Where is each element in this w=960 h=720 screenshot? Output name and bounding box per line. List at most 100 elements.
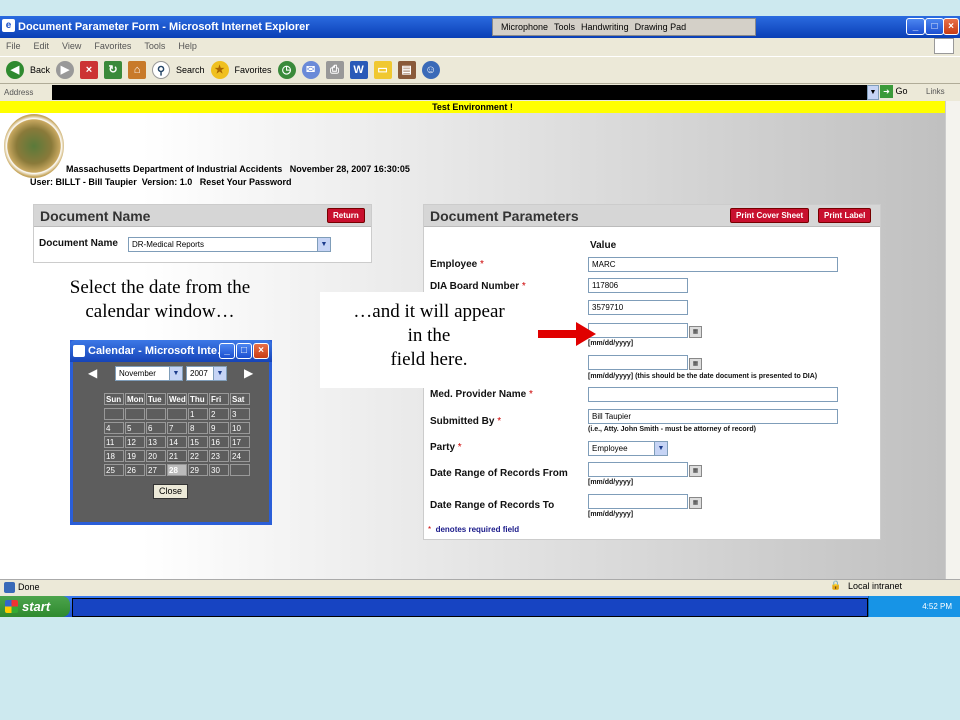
date-input-1[interactable]	[588, 323, 688, 338]
calendar-day[interactable]: 20	[146, 450, 166, 462]
calendar-day[interactable]: 5	[125, 422, 145, 434]
test-environment-banner: Test Environment !	[0, 101, 945, 113]
menu-bar: File Edit View Favorites Tools Help	[0, 38, 960, 54]
links-label[interactable]: Links	[926, 87, 945, 96]
calendar-day[interactable]: 9	[209, 422, 229, 434]
search-icon[interactable]: ⚲	[152, 61, 171, 79]
address-dropdown-icon[interactable]: ▼	[867, 85, 879, 100]
calendar-minimize-button[interactable]: _	[219, 343, 235, 359]
vertical-scrollbar[interactable]	[945, 101, 960, 579]
calendar-icon[interactable]: ▦	[689, 326, 702, 338]
month-select[interactable]: November ▼	[115, 366, 183, 381]
next-month-icon[interactable]: ▶	[244, 366, 253, 380]
calendar-day[interactable]: 16	[209, 436, 229, 448]
calendar-maximize-button[interactable]: □	[236, 343, 252, 359]
calendar-day[interactable]: 12	[125, 436, 145, 448]
calendar-day[interactable]: 3	[230, 408, 250, 420]
mail-icon[interactable]: ✉	[301, 61, 320, 79]
year-select[interactable]: 2007 ▼	[186, 366, 227, 381]
stop-icon[interactable]: ×	[80, 61, 99, 79]
calendar-day[interactable]: 8	[188, 422, 208, 434]
close-window-button[interactable]: ×	[943, 18, 959, 35]
home-icon[interactable]: ⌂	[128, 61, 147, 79]
med-provider-input[interactable]	[588, 387, 838, 402]
address-input[interactable]	[52, 85, 867, 100]
calendar-icon[interactable]: ▦	[689, 497, 702, 509]
menu-view[interactable]: View	[62, 41, 81, 51]
calendar-day[interactable]: 29	[188, 464, 208, 476]
print-cover-sheet-button[interactable]: Print Cover Sheet	[730, 208, 810, 223]
tools-button[interactable]: Tools	[554, 22, 575, 32]
ie-icon: e	[2, 19, 15, 32]
menu-file[interactable]: File	[6, 41, 21, 51]
calendar-day[interactable]: 7	[167, 422, 187, 434]
favorites-star-icon[interactable]: ★	[210, 61, 229, 79]
menu-help[interactable]: Help	[178, 41, 197, 51]
red-arrow-icon	[538, 322, 596, 346]
calendar-day[interactable]: 22	[188, 450, 208, 462]
microphone-button[interactable]: Microphone	[501, 22, 548, 32]
range-from-hint: [mm/dd/yyyy]	[588, 479, 634, 486]
calendar-close-button[interactable]: Close	[153, 484, 188, 499]
windows-logo-icon	[934, 38, 954, 54]
calendar-day[interactable]: 19	[125, 450, 145, 462]
calendar-day[interactable]: 21	[167, 450, 187, 462]
calendar-day[interactable]: 25	[104, 464, 124, 476]
reset-password-link[interactable]: Reset Your Password	[200, 177, 292, 187]
range-from-input[interactable]	[588, 462, 688, 477]
history-icon[interactable]: ◷	[277, 61, 296, 79]
calendar-day[interactable]: 6	[146, 422, 166, 434]
range-to-input[interactable]	[588, 494, 688, 509]
claim-number-input[interactable]: 3579710	[588, 300, 688, 315]
calendar-day[interactable]: 26	[125, 464, 145, 476]
calendar-day[interactable]: 2	[209, 408, 229, 420]
forward-arrow-icon[interactable]: ▶	[56, 61, 75, 79]
drawing-pad-button[interactable]: Drawing Pad	[635, 22, 687, 32]
menu-favorites[interactable]: Favorites	[94, 41, 131, 51]
calendar-day[interactable]: 13	[146, 436, 166, 448]
calendar-icon[interactable]: ▦	[689, 465, 702, 477]
employee-input[interactable]: MARC	[588, 257, 838, 272]
date-input-2[interactable]	[588, 355, 688, 370]
refresh-icon[interactable]: ↻	[104, 61, 123, 79]
favorites-button[interactable]: Favorites	[235, 65, 272, 75]
required-note-text: denotes required field	[435, 525, 520, 534]
calendar-day[interactable]: 18	[104, 450, 124, 462]
calendar-day[interactable]: 23	[209, 450, 229, 462]
maximize-button[interactable]: □	[925, 18, 944, 35]
calendar-day[interactable]: 14	[167, 436, 187, 448]
prev-month-icon[interactable]: ◀	[88, 366, 97, 380]
print-label-button[interactable]: Print Label	[818, 208, 872, 223]
return-button[interactable]: Return	[327, 208, 365, 223]
submitted-by-input[interactable]: Bill Taupier	[588, 409, 838, 424]
calendar-day[interactable]: 28	[167, 464, 187, 476]
dia-board-number-input[interactable]: 117806	[588, 278, 688, 293]
calendar-day[interactable]: 4	[104, 422, 124, 434]
calendar-day[interactable]: 11	[104, 436, 124, 448]
calendar-day[interactable]: 24	[230, 450, 250, 462]
calendar-day[interactable]: 27	[146, 464, 166, 476]
go-button[interactable]: ➜ Go	[880, 85, 908, 98]
handwriting-button[interactable]: Handwriting	[581, 22, 629, 32]
messenger-icon[interactable]: ☺	[421, 61, 440, 79]
word-icon[interactable]: W	[349, 61, 368, 79]
menu-tools[interactable]: Tools	[144, 41, 165, 51]
search-button[interactable]: Search	[176, 65, 205, 75]
calendar-day[interactable]: 10	[230, 422, 250, 434]
calendar-icon[interactable]: ▦	[689, 358, 702, 370]
menu-edit[interactable]: Edit	[34, 41, 50, 51]
party-select[interactable]: Employee ▼	[588, 441, 668, 456]
calendar-close-x-button[interactable]: ×	[253, 343, 269, 359]
calendar-day[interactable]: 1	[188, 408, 208, 420]
back-button[interactable]: Back	[30, 65, 50, 75]
document-name-select[interactable]: DR-Medical Reports ▼	[128, 237, 331, 252]
folder-icon[interactable]: ▭	[373, 61, 392, 79]
back-arrow-icon[interactable]: ◀	[6, 61, 24, 79]
print-icon[interactable]: ⎙	[325, 61, 344, 79]
research-icon[interactable]: ▤	[397, 61, 416, 79]
calendar-day[interactable]: 17	[230, 436, 250, 448]
calendar-day[interactable]: 15	[188, 436, 208, 448]
calendar-day[interactable]: 30	[209, 464, 229, 476]
minimize-button[interactable]: _	[906, 18, 925, 35]
version-text: Version: 1.0	[141, 177, 193, 187]
